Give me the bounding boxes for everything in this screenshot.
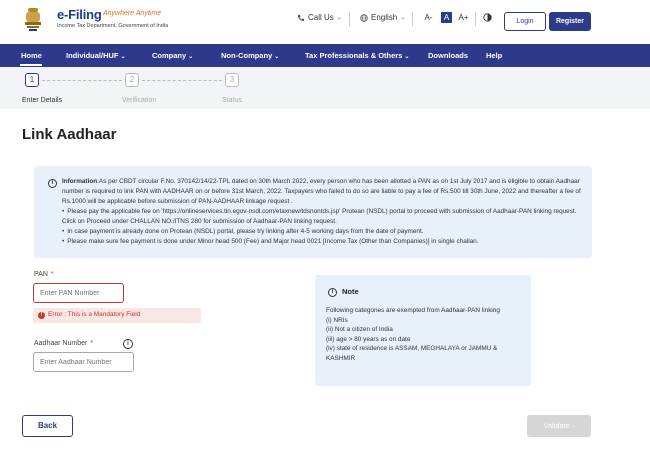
information-bullet: In case payment is already done on Prote… [62, 227, 587, 237]
chevron-right-icon: › [572, 421, 575, 430]
note-line: (ii) Not a citizen of India [326, 326, 393, 334]
validate-label: Validate [543, 421, 570, 430]
step-2-number: 2 [125, 73, 139, 87]
pan-label-text: PAN [34, 271, 48, 278]
logo-tagline: Anywhere Anytime [103, 10, 162, 17]
chevron-down-icon: ⌄ [188, 54, 194, 60]
phone-icon [298, 14, 304, 21]
note-line: Following categories are exempted from A… [326, 307, 500, 314]
step-1-label: Enter Details [22, 97, 63, 104]
information-body: :As per CBDT circular F.No. 370142/14/22… [62, 178, 581, 205]
error-icon: ! [38, 312, 45, 319]
information-bullet: Please make sure fee payment is done und… [62, 237, 587, 247]
error-text: Error : This is a Mandatory Field [48, 311, 141, 318]
note-line: (i) NRIs [326, 316, 348, 324]
chevron-down-icon: ⌄ [404, 54, 410, 60]
main-nav: Home Individual/HUF ⌄ Company ⌄ Non-Compan… [0, 44, 650, 67]
information-text: Information:As per CBDT circular F.No. 3… [62, 177, 587, 207]
page-title: Link Aadhaar [22, 126, 117, 143]
font-normal-button[interactable]: A [441, 12, 452, 23]
divider [412, 12, 413, 26]
aadhaar-label: Aadhaar Number * [34, 340, 93, 347]
chevron-down-icon: ⌄ [400, 15, 406, 21]
nav-item-help[interactable]: Help [486, 44, 502, 67]
step-connector [142, 80, 222, 81]
nav-label: Non-Company [221, 51, 273, 60]
register-button[interactable]: Register [549, 12, 591, 31]
note-line: (iv) state of residence is ASSAM, MEGHAL… [326, 345, 498, 362]
aadhaar-number-input[interactable] [33, 352, 134, 372]
active-indicator [20, 64, 42, 66]
aadhaar-label-text: Aadhaar Number [34, 340, 88, 347]
step-connector [42, 80, 122, 81]
nav-item-individual-huf[interactable]: Individual/HUF ⌄ [66, 44, 126, 67]
nav-item-downloads[interactable]: Downloads [428, 44, 468, 67]
font-decrease-button[interactable]: A- [423, 12, 434, 23]
divider [349, 12, 350, 26]
font-increase-button[interactable]: A+ [458, 12, 469, 23]
required-marker: * [50, 271, 54, 278]
nav-label: Individual/HUF [66, 51, 119, 60]
globe-icon [360, 13, 368, 22]
information-bullet: Please pay the applicable fee on 'https:… [62, 207, 587, 227]
chevron-down-icon: ⌄ [274, 54, 280, 60]
chevron-down-icon: ⌄ [120, 54, 126, 60]
stepper [0, 67, 650, 109]
required-marker: * [90, 340, 94, 347]
info-icon[interactable]: i [123, 339, 133, 349]
pan-label: PAN * [34, 271, 54, 278]
back-button[interactable]: Back [22, 415, 73, 437]
step-1-number: 1 [25, 73, 39, 87]
nav-label: Tax Professionals & Others [305, 51, 403, 60]
note-line: (iii) age > 80 years as on date [326, 335, 411, 343]
national-emblem-icon [25, 8, 41, 31]
step-3-number: 3 [225, 73, 239, 87]
pan-input[interactable] [33, 283, 124, 303]
step-2-label: Verification [122, 97, 157, 104]
information-bullets: Please pay the applicable fee on 'https:… [62, 207, 587, 247]
info-icon: i [48, 179, 57, 188]
nav-item-tax-professionals[interactable]: Tax Professionals & Others ⌄ [305, 44, 409, 67]
nav-label: Company [152, 51, 187, 60]
note-list: Following categories are exempted from A… [326, 306, 522, 364]
step-3-label: Status [222, 97, 242, 104]
language-label: English [371, 13, 398, 22]
call-us-dropdown[interactable]: Call Us ⌄ [297, 13, 342, 22]
chevron-down-icon: ⌄ [336, 15, 342, 21]
logo-subtitle: Income Tax Department, Government of Ind… [57, 23, 169, 29]
top-header: e-Filing Anywhere Anytime Income Tax Dep… [0, 0, 650, 44]
language-dropdown[interactable]: English ⌄ [360, 13, 405, 22]
login-button[interactable]: Login [504, 12, 546, 31]
divider [475, 12, 476, 26]
contrast-icon[interactable] [483, 13, 492, 22]
information-label: Information [62, 178, 98, 185]
nav-item-company[interactable]: Company ⌄ [152, 44, 193, 67]
logo-title[interactable]: e-Filing [57, 7, 102, 22]
call-us-label: Call Us [308, 13, 334, 22]
nav-item-non-company[interactable]: Non-Company ⌄ [221, 44, 279, 67]
note-title: Note [342, 287, 359, 296]
info-icon: i [328, 288, 337, 297]
validate-button[interactable]: Validate › [527, 415, 591, 437]
